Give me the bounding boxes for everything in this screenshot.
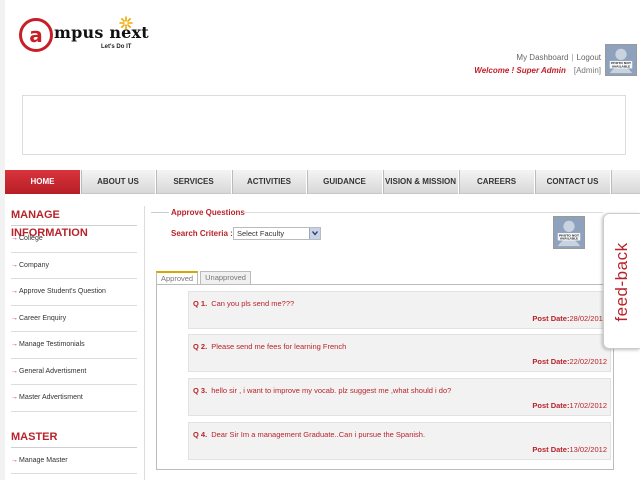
arrow-icon: → [11,367,18,375]
sidebar-item-label: Career Enquiry [19,314,67,322]
faculty-select-value: Select Faculty [237,229,285,238]
nav-activities[interactable]: ACTIVITIES [232,170,307,194]
sidebar-item-company[interactable]: →Company [11,253,137,279]
questions-panel: Q 1. Can you pls send me??? Post Date:28/… [156,284,614,470]
feedback-tab[interactable]: feed-back [603,213,640,349]
logo-tagline: Let's Do IT [101,44,132,50]
nav-home[interactable]: HOME [5,170,81,194]
sidebar-heading-master: MASTER [11,428,137,448]
svg-text:a: a [29,23,43,47]
logo-text: mpus next [54,23,149,42]
page: a mpus next Let's Do IT My Dashboard | Log… [5,0,640,480]
question-number: Q 2. [193,342,208,351]
sidebar-item-master-advertisment[interactable]: →Master Advertisment [11,385,137,412]
sidebar-item-label: Approve Student's Question [19,288,106,295]
question-number: Q 4. [193,430,208,439]
sidebar-item-label: Manage Master [19,456,68,464]
tab-unapproved[interactable]: Unapproved [200,271,251,284]
arrow-icon: → [11,235,18,242]
sparkle-icon [119,16,133,30]
arrow-icon: → [11,341,18,348]
question-item: Q 2. Please send me fees for learning Fre… [188,334,611,372]
sidebar-heading-manage-information: MANAGE INFORMATION [11,206,137,239]
page-title: Approve Questions [171,208,245,217]
at-sign-logo-icon: a [19,18,53,52]
sidebar-item-label: College [19,235,43,242]
arrow-icon: → [11,394,18,401]
sidebar-item-label: Manage Testimonials [19,341,85,348]
post-date-label: Post Date: [532,401,570,410]
link-separator: | [571,53,574,62]
sidebar-item-manage-master[interactable]: →Manage Master [11,448,137,474]
feedback-label: feed-back [612,242,631,322]
site-logo[interactable]: a mpus next Let's Do IT [19,16,149,60]
post-date: 17/02/2012 [569,401,607,410]
sidebar-divider [144,206,145,480]
nav-careers[interactable]: CAREERS [459,170,535,194]
banner-area [22,95,626,155]
sidebar: MANAGE INFORMATION →College →Company →Ap… [11,206,137,474]
tab-approved[interactable]: Approved [156,271,199,284]
logout-link[interactable]: Logout [577,53,601,62]
arrow-icon: → [11,456,18,464]
arrow-icon: → [11,314,18,322]
post-date: 28/02/2012 [569,314,607,323]
question-item: Q 1. Can you pls send me??? Post Date:28/… [188,291,611,329]
faculty-select[interactable]: Select Faculty [233,227,321,240]
svg-text:AVAILABLE: AVAILABLE [560,237,578,241]
nav-contact-us[interactable]: CONTACT US [535,170,611,194]
question-tabs: Approved Unapproved [156,271,253,284]
question-item: Q 4. Dear Sir Im a management Graduate..C… [188,422,611,460]
question-text: Can you pls send me??? [211,299,295,308]
svg-text:AVAILABLE: AVAILABLE [612,65,630,69]
post-date-label: Post Date: [532,445,570,454]
sidebar-item-label: General Advertisment [19,367,87,375]
nav-vision-mission[interactable]: VISION & MISSION [383,170,459,194]
question-text: Please send me fees for learning French [211,342,347,351]
main-nav: HOME ABOUT US SERVICES ACTIVITIES GUIDAN… [5,170,640,194]
chevron-down-icon[interactable] [309,228,320,239]
arrow-icon: → [11,288,18,295]
question-text: hello sir , i want to improve my vocab. … [211,386,452,395]
title-rule-left [151,212,169,213]
user-avatar-icon[interactable]: PHOTO NOT AVAILABLE [605,44,637,76]
nav-about-us[interactable]: ABOUT US [81,170,156,194]
welcome-message: Welcome ! Super Admin [Admin] [474,66,601,75]
sidebar-item-testimonials[interactable]: →Manage Testimonials [11,332,137,359]
search-criteria-label: Search Criteria : [171,229,233,238]
sidebar-item-label: Master Advertisment [19,394,83,401]
nav-guidance[interactable]: GUIDANCE [307,170,383,194]
question-number: Q 3. [193,386,208,395]
role-label: [Admin] [573,66,601,75]
sidebar-item-general-advertisment[interactable]: →General Advertisment [11,359,137,385]
post-date: 22/02/2012 [569,357,607,366]
faculty-avatar-icon: PHOTO NOT AVAILABLE [553,216,585,249]
nav-services[interactable]: SERVICES [156,170,232,194]
sidebar-item-approve-question[interactable]: →Approve Student's Question [11,279,137,306]
arrow-icon: → [11,261,18,269]
sidebar-item-career-enquiry[interactable]: →Career Enquiry [11,306,137,332]
post-date-label: Post Date: [532,357,570,366]
question-text: Dear Sir Im a management Graduate..Can i… [211,430,426,439]
title-rule-right [243,212,603,213]
top-links: My Dashboard | Logout [516,53,601,62]
welcome-text: Welcome ! Super Admin [474,66,566,75]
question-number: Q 1. [193,299,208,308]
my-dashboard-link[interactable]: My Dashboard [516,53,568,62]
post-date: 13/02/2012 [569,445,607,454]
sidebar-item-label: Company [19,261,49,269]
question-item: Q 3. hello sir , i want to improve my voc… [188,378,611,416]
post-date-label: Post Date: [532,314,570,323]
